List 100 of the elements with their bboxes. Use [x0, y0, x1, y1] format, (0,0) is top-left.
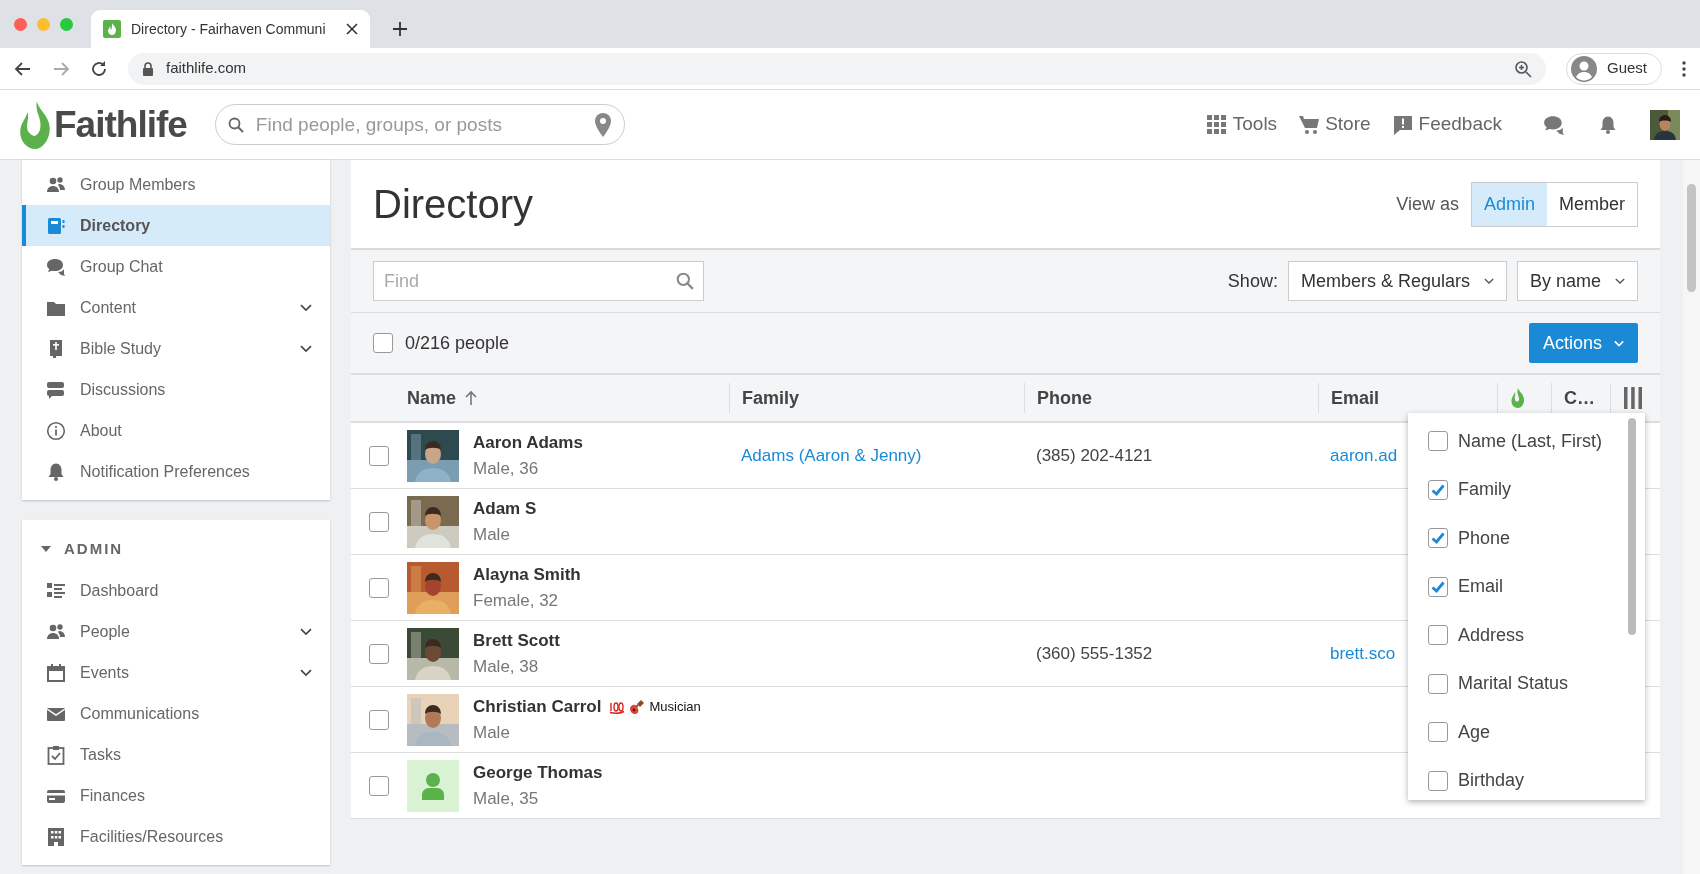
close-icon[interactable]: [346, 23, 358, 35]
columns-icon[interactable]: [1623, 386, 1643, 410]
find-field[interactable]: Find: [373, 261, 704, 301]
checkbox[interactable]: [369, 577, 389, 598]
sidebar-item[interactable]: About: [22, 410, 330, 451]
checkbox[interactable]: [1428, 528, 1448, 549]
column-header[interactable]: Phone: [1037, 384, 1092, 412]
sidebar-item[interactable]: Group Members: [22, 164, 330, 205]
column-option[interactable]: Address: [1458, 621, 1525, 649]
column-option[interactable]: Family: [1458, 476, 1511, 504]
more-icon[interactable]: [1682, 60, 1686, 77]
checkbox[interactable]: [369, 643, 389, 664]
chat-icon[interactable]: [1542, 113, 1566, 136]
sidebar-item[interactable]: Discussions: [22, 369, 330, 410]
sidebar-item[interactable]: Tasks: [22, 734, 330, 775]
logo[interactable]: Faithlife: [20, 96, 187, 153]
browser-tab[interactable]: Directory - Fairhaven Communi: [91, 10, 370, 48]
building-icon: [46, 826, 66, 847]
sidebar-item[interactable]: Finances: [22, 775, 330, 816]
sidebar-item[interactable]: Directory: [22, 205, 330, 246]
back-icon[interactable]: [14, 59, 32, 78]
column-option[interactable]: Marital Status: [1458, 670, 1569, 698]
checkbox[interactable]: [369, 511, 389, 532]
book-icon: [46, 215, 66, 236]
checkbox[interactable]: [369, 775, 389, 796]
calendar-icon: [46, 662, 66, 683]
email-link[interactable]: brett.sco: [1318, 643, 1396, 663]
person-name[interactable]: George Thomas: [473, 760, 603, 786]
flame-icon: [20, 100, 50, 149]
nav-link[interactable]: Tools: [1206, 110, 1278, 139]
page-scrollbar[interactable]: [1683, 160, 1700, 874]
user-icon: [1570, 55, 1597, 82]
person-name[interactable]: Christian Carrol: [473, 694, 602, 720]
favicon-icon: [103, 20, 121, 38]
sidebar-item[interactable]: Group Chat: [22, 246, 330, 287]
sidebar-item[interactable]: Content: [22, 287, 330, 328]
checkbox[interactable]: [1428, 431, 1448, 452]
caret-icon: [1614, 339, 1624, 347]
url-text: faithlife.com: [166, 58, 248, 79]
sort-dropdown[interactable]: By name: [1516, 261, 1638, 301]
column-header[interactable]: C…: [1564, 384, 1595, 412]
sidebar-item[interactable]: Communications: [22, 693, 330, 734]
sidebar-item[interactable]: Dashboard: [22, 570, 330, 611]
select-all-checkbox[interactable]: [373, 333, 393, 353]
column-header[interactable]: Family: [742, 384, 800, 412]
zoom-icon[interactable]: [1513, 59, 1532, 78]
grid-icon: [1206, 114, 1227, 135]
family-link[interactable]: Adams (Aaron & Jenny): [729, 445, 922, 465]
location-pin-icon[interactable]: [594, 112, 611, 137]
sidebar-item[interactable]: People: [22, 611, 330, 652]
forward-icon[interactable]: [52, 59, 70, 78]
flame-icon: [1510, 388, 1526, 408]
sidebar-item[interactable]: Facilities/Resources: [22, 816, 330, 857]
maximize-window-button[interactable]: [60, 17, 73, 31]
reload-icon[interactable]: [90, 59, 108, 78]
person-name[interactable]: Adam S: [473, 496, 537, 522]
audience-dropdown[interactable]: Members & Regulars: [1287, 261, 1507, 301]
feedback-icon: [1392, 114, 1413, 135]
column-option[interactable]: Birthday: [1458, 767, 1525, 795]
actions-button[interactable]: Actions: [1528, 323, 1638, 363]
search-field[interactable]: Find people, groups, or posts: [214, 104, 625, 145]
nav-link[interactable]: Store: [1299, 110, 1371, 139]
checkbox[interactable]: [369, 709, 389, 730]
column-option[interactable]: Age: [1458, 718, 1491, 746]
person-name[interactable]: Alayna Smith: [473, 562, 581, 588]
email-link[interactable]: aaron.ad: [1318, 445, 1398, 465]
close-window-button[interactable]: [14, 17, 27, 31]
column-option[interactable]: Name (Last, First): [1458, 427, 1603, 455]
clipboard-icon: [46, 744, 66, 765]
person-name[interactable]: Aaron Adams: [473, 430, 583, 456]
sidebar-item[interactable]: Bible Study: [22, 328, 330, 369]
column-header[interactable]: Name: [407, 384, 457, 412]
new-tab-icon[interactable]: [392, 21, 408, 37]
nav-link[interactable]: Feedback: [1392, 110, 1502, 139]
checkbox[interactable]: [1428, 576, 1448, 597]
person-detail: Male, 38: [473, 655, 540, 678]
checkbox[interactable]: [369, 445, 389, 466]
scrollbar[interactable]: [1628, 418, 1636, 635]
column-option[interactable]: Phone: [1458, 524, 1511, 552]
show-label: Show:: [1227, 269, 1278, 293]
person-detail: Male: [473, 523, 511, 546]
sort-up-icon[interactable]: [464, 390, 479, 406]
sidebar-item[interactable]: Notification Preferences: [22, 451, 330, 492]
search-icon: [227, 116, 244, 133]
section-header[interactable]: ADMIN: [22, 528, 330, 570]
column-header[interactable]: Email: [1331, 384, 1380, 412]
address-bar[interactable]: faithlife.com: [128, 52, 1546, 85]
checkbox[interactable]: [1428, 479, 1448, 500]
checkbox[interactable]: [1428, 770, 1448, 791]
tag-label: Musician: [649, 698, 701, 716]
person-detail: Male, 35: [473, 787, 540, 810]
person-name[interactable]: Brett Scott: [473, 628, 560, 654]
person-detail: Male, 36: [473, 457, 540, 480]
person-detail: Female, 32: [473, 589, 560, 612]
column-option[interactable]: Email: [1458, 573, 1503, 601]
sidebar-item[interactable]: Events: [22, 652, 330, 693]
checkbox[interactable]: [1428, 722, 1448, 743]
checkbox[interactable]: [1428, 673, 1448, 694]
phone-number: (385) 202-4121: [1035, 445, 1153, 465]
checkbox[interactable]: [1428, 625, 1448, 646]
